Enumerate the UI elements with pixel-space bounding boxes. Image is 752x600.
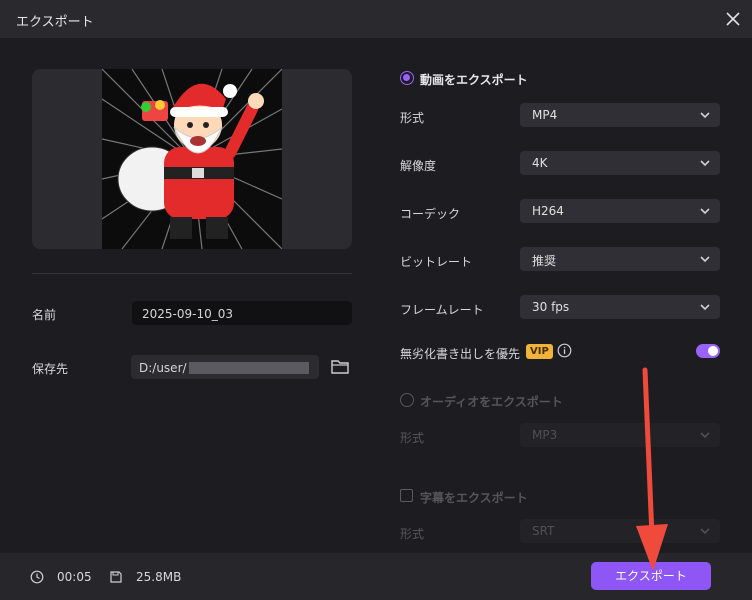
audio-export-radio[interactable] [400,393,414,407]
export-button[interactable]: エクスポート [591,562,711,590]
audio-format-value: MP3 [532,428,558,442]
close-icon[interactable] [722,8,744,30]
subtitle-format-value: SRT [532,524,555,538]
folder-icon[interactable] [330,358,350,376]
resolution-value: 4K [532,156,548,170]
info-icon[interactable] [557,343,572,358]
framerate-select[interactable]: 30 fps [520,295,720,319]
title-bar: エクスポート [0,0,752,38]
lossless-label: 無劣化書き出しを優先 [400,347,521,361]
audio-export-title: オーディオをエクスポート [420,395,563,409]
save-location-label: 保存先 [32,362,69,376]
chevron-down-icon [700,432,710,439]
subtitle-format-label: 形式 [400,527,425,541]
path-redaction [188,362,309,374]
vip-badge: VIP [526,344,553,359]
name-label: 名前 [32,308,57,322]
clock-icon [30,570,44,584]
duration-text: 00:05 [57,570,92,584]
bitrate-select[interactable]: 推奨 [520,247,720,271]
video-export-radio[interactable] [400,71,414,85]
annotation-arrow [636,367,668,571]
chevron-down-icon [700,112,710,119]
framerate-value: 30 fps [532,300,570,314]
chevron-down-icon [700,304,710,311]
save-icon [110,571,122,583]
codec-select[interactable]: H264 [520,199,720,223]
resolution-select[interactable]: 4K [520,151,720,175]
subtitle-format-select[interactable]: SRT [520,519,720,543]
framerate-label: フレームレート [400,303,484,317]
subtitle-export-title: 字幕をエクスポート [420,491,528,505]
codec-label: コーデック [400,207,461,221]
resolution-label: 解像度 [400,159,437,173]
file-size-text: 25.8MB [136,570,182,584]
preview-thumbnail [102,69,282,249]
audio-format-label: 形式 [400,431,425,445]
codec-value: H264 [532,204,564,218]
format-select[interactable]: MP4 [520,103,720,127]
bitrate-value: 推奨 [532,254,557,268]
chevron-down-icon [700,208,710,215]
format-label: 形式 [400,111,425,125]
subtitle-export-checkbox[interactable] [400,489,413,502]
divider [32,273,352,274]
audio-format-select[interactable]: MP3 [520,423,720,447]
video-preview [32,69,352,249]
save-path-field[interactable]: D:/user/ [131,355,319,379]
dialog-title: エクスポート [16,15,94,30]
chevron-down-icon [700,160,710,167]
format-value: MP4 [532,108,558,122]
chevron-down-icon [700,528,710,535]
bitrate-label: ビットレート [400,255,473,269]
save-path-text: D:/user/ [139,361,187,375]
chevron-down-icon [700,256,710,263]
video-export-title: 動画をエクスポート [420,73,528,87]
lossless-toggle[interactable] [696,344,720,358]
export-dialog: エクスポート 名前 2025-09-10_03 保存先 D:/user/ 動画を… [0,0,752,600]
name-input[interactable]: 2025-09-10_03 [132,301,352,325]
toggle-knob [708,346,718,356]
